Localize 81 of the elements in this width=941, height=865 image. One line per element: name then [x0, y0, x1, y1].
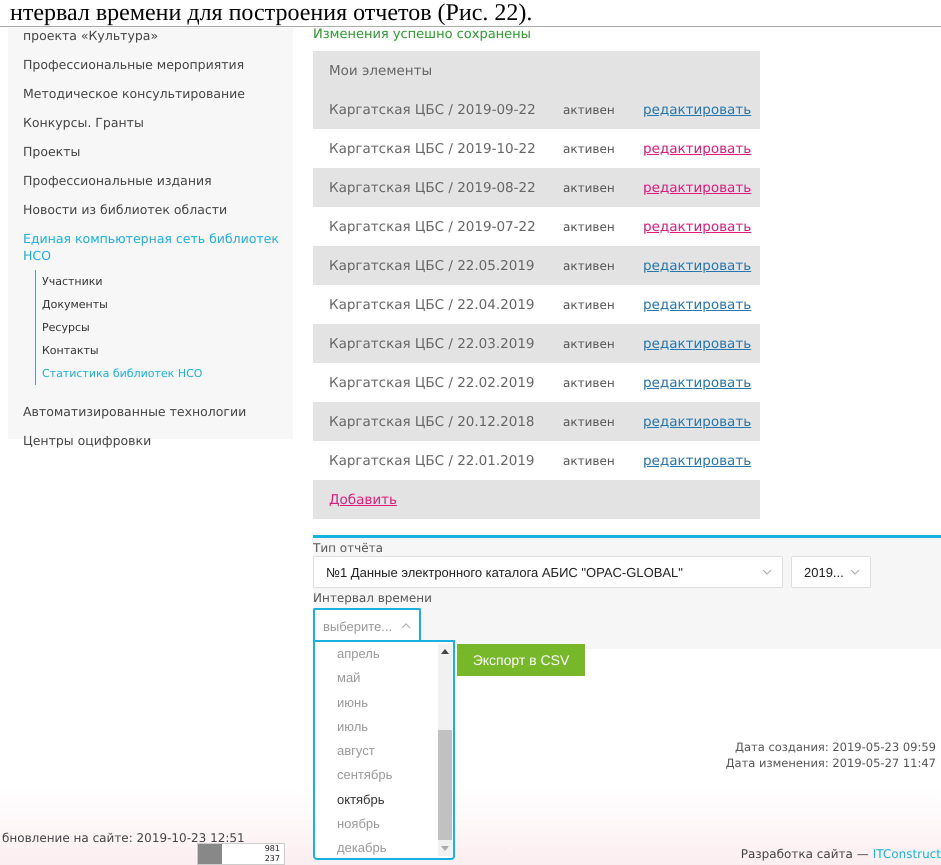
sidebar-item[interactable]: Проекты: [23, 137, 293, 166]
sidebar-subitem[interactable]: Статистика библиотек НСО: [42, 362, 293, 385]
status-text: активен: [563, 102, 616, 116]
element-name: Каргатская ЦБС / 22.03.2019: [329, 336, 536, 352]
sidebar-subitem[interactable]: Ресурсы: [42, 316, 293, 339]
sidebar-item[interactable]: Автоматизированные технологии: [23, 397, 293, 426]
sidebar-item[interactable]: Методическое консультирование: [23, 79, 293, 108]
field-label: Интервал времени: [313, 591, 433, 606]
dropdown-option[interactable]: август: [337, 739, 438, 764]
export-button[interactable]: Экспорт в CSV: [457, 644, 585, 676]
element-name: Каргатская ЦБС / 22.04.2019: [329, 296, 536, 312]
counter-number: 981: [264, 844, 280, 854]
year-select[interactable]: 2019...: [791, 556, 871, 588]
add-link[interactable]: Добавить: [329, 492, 397, 508]
status-text: активен: [563, 258, 616, 272]
status-text: активен: [563, 142, 616, 156]
status-text: активен: [563, 220, 616, 234]
dropdown-option[interactable]: май: [337, 666, 438, 691]
edit-link[interactable]: редактировать: [643, 374, 752, 390]
element-name: Каргатская ЦБС / 22.01.2019: [329, 452, 536, 468]
element-name: Каргатская ЦБС / 2019-09-22: [329, 102, 537, 118]
edit-link[interactable]: редактировать: [643, 452, 752, 468]
dropdown-option[interactable]: октябрь: [337, 788, 438, 812]
edit-link[interactable]: редактировать: [643, 102, 752, 118]
update-text: бновление на сайте: 2019-10-23 12:51: [2, 831, 245, 845]
sidebar-item[interactable]: Профессиональные мероприятия: [23, 50, 293, 79]
select-value: 2019...: [804, 564, 844, 580]
chevron-icon: [850, 569, 860, 575]
sidebar-item[interactable]: Единая компьютерная сеть библиотек НСО: [23, 224, 293, 270]
visit-counter[interactable]: 981 237: [197, 843, 285, 865]
report-type-select[interactable]: №1 Данные электронного каталога АБИС "OPAC-GLOBAL": [313, 556, 783, 588]
field-label: Тип отчёта: [313, 541, 384, 556]
edit-link[interactable]: редактировать: [643, 140, 752, 156]
status-text: активен: [563, 414, 616, 428]
sidebar-item[interactable]: Конкурсы. Гранты: [23, 108, 293, 137]
select-value: №1 Данные электронного каталога АБИС "OPAC-GLOBAL": [326, 564, 683, 580]
status-text: активен: [563, 336, 616, 350]
scroll-up-icon[interactable]: [441, 649, 449, 654]
date-text: Дата создания: 2019-05-23 09:59: [735, 739, 936, 755]
element-name: Каргатская ЦБС / 20.12.2018: [329, 414, 536, 430]
sidebar-item[interactable]: Новости из библиотек области: [23, 195, 293, 224]
dropdown-option[interactable]: апрель: [337, 642, 438, 666]
success-message: Изменения успешно сохранены: [313, 27, 532, 44]
scroll-down-icon[interactable]: [441, 846, 449, 851]
element-name: Каргатская ЦБС / 2019-08-22: [329, 180, 537, 196]
status-text: активен: [563, 180, 616, 194]
dropdown-option[interactable]: сентябрь: [337, 763, 438, 788]
edit-link[interactable]: редактировать: [643, 414, 752, 430]
edit-link[interactable]: редактировать: [643, 258, 752, 274]
element-name: Каргатская ЦБС / 2019-07-22: [329, 218, 537, 234]
table-title: Мои элементы: [329, 62, 434, 78]
developer-link[interactable]: ITConstruct: [872, 847, 941, 861]
sidebar-subitem[interactable]: Участники: [42, 270, 293, 293]
dropdown-option[interactable]: ноябрь: [337, 812, 438, 836]
scrollbar[interactable]: [438, 644, 452, 856]
dropdown-option[interactable]: июль: [337, 714, 438, 740]
dropdown-option[interactable]: декабрь: [337, 836, 438, 861]
status-text: активен: [563, 454, 616, 468]
edit-link[interactable]: редактировать: [643, 336, 752, 352]
credit-text: Разработка сайта —: [740, 847, 869, 861]
sidebar-subitem[interactable]: Документы: [42, 293, 293, 316]
element-name: Каргатская ЦБС / 22.05.2019: [329, 258, 536, 274]
status-text: активен: [563, 298, 616, 312]
edit-link[interactable]: редактировать: [643, 180, 752, 196]
element-name: Каргатская ЦБС / 22.02.2019: [329, 374, 536, 390]
scrollbar-thumb[interactable]: [438, 730, 452, 840]
sidebar-item[interactable]: проекта «Культура»: [23, 27, 293, 50]
element-name: Каргатская ЦБС / 2019-10-22: [329, 140, 537, 156]
dropdown-option[interactable]: июнь: [337, 690, 438, 715]
edit-link[interactable]: редактировать: [643, 296, 752, 312]
sidebar-subitem[interactable]: Контакты: [42, 339, 293, 362]
select-placeholder: выберите...: [323, 618, 392, 634]
counter-number: 237: [264, 854, 280, 864]
edit-link[interactable]: редактировать: [643, 218, 752, 234]
sidebar-item[interactable]: Профессиональные издания: [23, 166, 293, 195]
status-text: активен: [563, 376, 616, 390]
chevron-icon: [401, 623, 411, 629]
chevron-icon: [762, 569, 772, 575]
interval-select[interactable]: выберите...: [313, 608, 421, 642]
date-text: Дата изменения: 2019-05-27 11:47: [726, 755, 936, 771]
sidebar-item[interactable]: Центры оцифровки: [23, 426, 293, 455]
